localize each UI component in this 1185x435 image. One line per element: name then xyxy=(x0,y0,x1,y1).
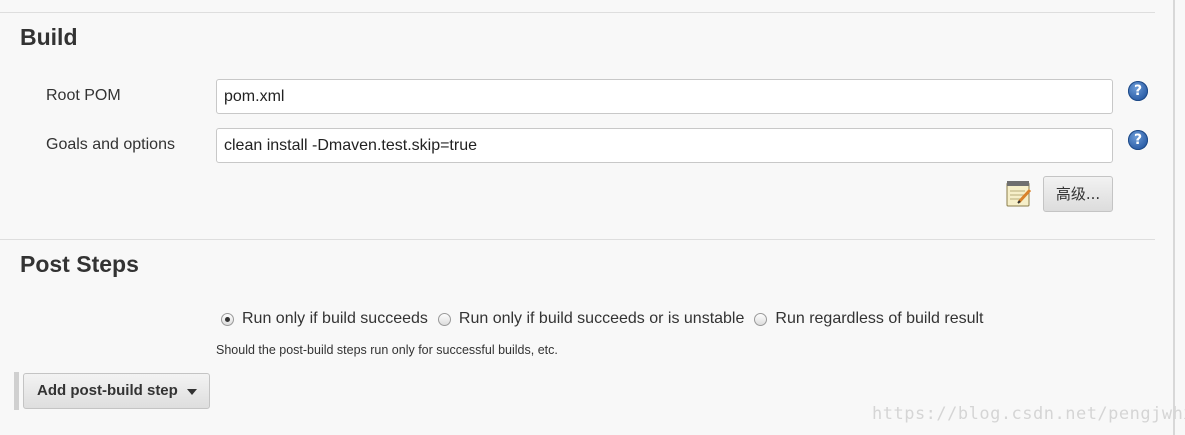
advanced-button[interactable]: 高级... xyxy=(1043,176,1113,212)
radio-option-label: Run only if build succeeds xyxy=(242,310,428,327)
page-right-border xyxy=(1173,0,1175,435)
help-icon[interactable]: ? xyxy=(1128,81,1148,101)
post-steps-radio-group: Run only if build succeeds Run only if b… xyxy=(221,310,984,331)
drag-handle xyxy=(14,372,19,410)
root-pom-label: Root POM xyxy=(46,87,121,104)
radio-button[interactable] xyxy=(437,312,451,326)
goals-options-input[interactable] xyxy=(216,128,1113,163)
radio-button[interactable] xyxy=(754,312,768,326)
add-post-build-step-label: Add post-build step xyxy=(37,382,178,399)
root-pom-input[interactable] xyxy=(216,79,1113,114)
radio-option-label: Run regardless of build result xyxy=(775,310,984,327)
goals-options-label: Goals and options xyxy=(46,136,175,153)
radio-option-success[interactable]: Run only if build succeeds xyxy=(221,310,428,328)
build-section-title: Build xyxy=(20,24,78,50)
notepad-icon[interactable] xyxy=(1006,180,1032,207)
watermark: https://blog.csdn.net/pengjwhx xyxy=(872,404,1185,424)
post-steps-hint: Should the post-build steps run only for… xyxy=(216,343,558,357)
radio-option-label: Run only if build succeeds or is unstabl… xyxy=(458,310,745,327)
radio-option-success-or-unstable[interactable]: Run only if build succeeds or is unstabl… xyxy=(437,310,745,328)
add-post-build-step-button[interactable]: Add post-build step xyxy=(23,373,210,409)
post-steps-section-title: Post Steps xyxy=(20,251,139,277)
radio-button[interactable] xyxy=(221,312,234,326)
caret-down-icon xyxy=(187,389,197,395)
radio-option-regardless[interactable]: Run regardless of build result xyxy=(754,310,984,328)
help-icon[interactable]: ? xyxy=(1128,130,1148,150)
section-divider-top xyxy=(0,12,1155,13)
section-divider-post-steps xyxy=(0,239,1155,240)
